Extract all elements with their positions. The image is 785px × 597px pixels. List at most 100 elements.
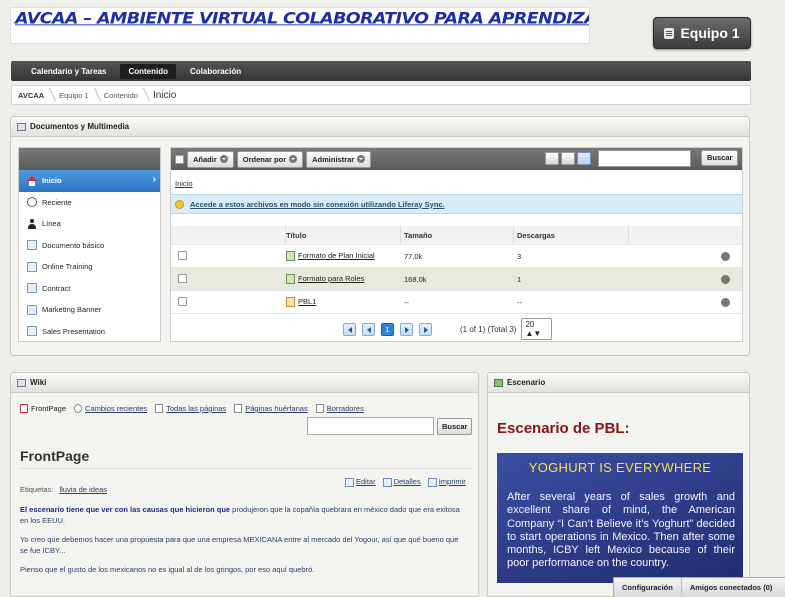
chevron-down-icon: [289, 155, 298, 163]
first-page-button[interactable]: [343, 322, 356, 336]
prev-page-button[interactable]: [362, 322, 375, 336]
tab-colaboracion[interactable]: Colaboración: [182, 64, 249, 79]
table-row[interactable]: Formato de Plan Inicial 77,0k 3: [171, 245, 742, 268]
print-action[interactable]: Imprimir: [427, 477, 466, 487]
wiki-search-input[interactable]: [307, 417, 434, 435]
sidebar-item-label: Reciente: [42, 197, 72, 207]
wiki-portlet-header: Wiki: [11, 373, 478, 393]
per-page-select[interactable]: 20 ▲▼: [521, 318, 553, 340]
edit-action[interactable]: Editar: [345, 477, 376, 487]
page-icon: [155, 404, 164, 413]
wiki-search-button[interactable]: Buscar: [437, 418, 473, 435]
sidebar-item-label: Inicio: [42, 176, 62, 186]
row-checkbox[interactable]: [178, 296, 187, 306]
current-page-button[interactable]: 1: [381, 322, 394, 336]
sidebar-item-marketing-banner[interactable]: Marketing Banner: [19, 299, 160, 321]
folder-link-inicio[interactable]: Inicio: [175, 179, 193, 188]
sidebar-item-contract[interactable]: Contract: [19, 278, 160, 300]
add-button-label: Añadir: [193, 154, 217, 164]
sidebar-item-online-training[interactable]: Online Training: [19, 256, 160, 278]
file-link[interactable]: PBL1: [298, 297, 316, 306]
tab-calendario[interactable]: Calendario y Tareas: [23, 64, 114, 79]
downloads-cell: 3: [517, 251, 522, 261]
breadcrumb-inicio: Inicio: [152, 89, 177, 101]
list-view-button[interactable]: [577, 152, 591, 165]
file-link[interactable]: Formato de Plan Inicial: [298, 251, 375, 260]
tag-link[interactable]: lluvia de ideas: [59, 485, 107, 494]
wiki-nav-label: Todas las páginas: [166, 404, 227, 413]
select-all-checkbox[interactable]: [175, 154, 184, 164]
sidebar-item-reciente[interactable]: Reciente: [19, 192, 160, 214]
site-banner: AVCAA – AMBIENTE VIRTUAL COLABORATIVO PA…: [10, 7, 590, 44]
site-selector-button[interactable]: Equipo 1: [653, 17, 751, 49]
banner-title: AVCAA – AMBIENTE VIRTUAL COLABORATIVO PA…: [15, 10, 589, 28]
next-page-button[interactable]: [400, 322, 413, 336]
order-by-button[interactable]: Ordenar por: [236, 150, 304, 168]
wiki-nav-drafts[interactable]: Borradores: [315, 404, 364, 413]
wiki-nav-all-pages[interactable]: Todas las páginas: [155, 404, 226, 413]
wiki-tags: Etiquetas: lluvia de ideas: [20, 485, 107, 494]
scenario-image: YOGHURT IS EVERYWHERE After several year…: [497, 453, 743, 583]
column-header-title[interactable]: Título: [286, 225, 401, 245]
wiki-portlet-title: Wiki: [30, 378, 47, 387]
sidebar-item-sales-presentation[interactable]: Sales Presentation: [19, 321, 160, 343]
row-actions-icon[interactable]: [721, 275, 730, 284]
row-actions-icon[interactable]: [721, 252, 730, 261]
documents-search-input[interactable]: [598, 150, 691, 167]
column-header-size[interactable]: Tamaño: [401, 225, 514, 245]
downloads-cell: 1: [517, 274, 522, 284]
scenario-image-text: After several years of sales growth and …: [507, 491, 735, 570]
icon-view-button[interactable]: [545, 152, 559, 165]
wiki-nav-recent[interactable]: Cambios recientes: [74, 404, 147, 413]
pagination: 1 (1 of 1) (Total 3) 20 ▲▼: [171, 318, 742, 340]
documents-portlet-header: Documentos y Multimedia: [11, 117, 749, 137]
table-row[interactable]: Formato para Roles 168,0k 1: [171, 268, 742, 291]
row-actions-icon[interactable]: [721, 298, 730, 307]
column-header-downloads[interactable]: Descargas: [514, 225, 629, 245]
wiki-portlet: Wiki FrontPage Cambios recientes Todas l…: [10, 372, 479, 597]
documents-portlet-title: Documentos y Multimedia: [30, 122, 130, 131]
settings-button[interactable]: Configuración: [614, 578, 682, 597]
main-nav: Calendario y Tareas Contenido Colaboraci…: [11, 61, 751, 81]
sidebar-item-inicio[interactable]: Inicio: [19, 170, 160, 192]
row-checkbox[interactable]: [178, 273, 187, 283]
table-row[interactable]: PBL1 -- --: [171, 291, 742, 314]
wiki-paragraph: Pienso que el gusto de los mexicanos no …: [20, 565, 315, 574]
sync-link[interactable]: Accede a estos archivos en modo sin cone…: [190, 200, 445, 209]
column-header-select: [171, 225, 286, 245]
wiki-nav-frontpage[interactable]: FrontPage: [20, 404, 66, 413]
descriptive-view-button[interactable]: [561, 152, 575, 165]
breadcrumb-avcaa[interactable]: AVCAA: [18, 91, 53, 100]
tab-contenido[interactable]: Contenido: [120, 63, 176, 79]
home-icon: [20, 404, 28, 413]
details-action[interactable]: Detalles: [382, 477, 421, 487]
title-cell: Formato de Plan Inicial: [286, 251, 401, 261]
spreadsheet-file-icon: [286, 251, 295, 261]
row-checkbox[interactable]: [178, 250, 187, 260]
add-button[interactable]: Añadir: [187, 150, 234, 168]
wiki-paragraph: Yo creo que debemos hacer una propuesta …: [20, 535, 459, 555]
chevron-down-icon: [357, 155, 366, 163]
sidebar-item-label: Documento básico: [42, 240, 105, 250]
documents-search-button[interactable]: Buscar: [701, 150, 739, 166]
wiki-nav-label: Páginas huérfanas: [245, 404, 308, 413]
breadcrumb-equipo[interactable]: Equipo 1: [59, 91, 98, 100]
sidebar-item-linea[interactable]: Línea: [19, 213, 160, 235]
user-icon: [27, 218, 37, 229]
portlet-icon: [17, 378, 26, 387]
documents-toolbar: Añadir Ordenar por Administrar Buscar: [171, 148, 742, 170]
file-link[interactable]: Formato para Roles: [298, 274, 364, 283]
last-page-button[interactable]: [419, 322, 432, 336]
sidebar-item-documento-basico[interactable]: Documento básico: [19, 235, 160, 257]
documents-sidebar: Inicio Reciente Línea Documento básico O…: [18, 147, 161, 342]
online-friends-button[interactable]: Amigos conectados (0): [682, 578, 781, 597]
print-icon: [427, 477, 437, 487]
wiki-actions: Editar Detalles Imprimir: [345, 477, 466, 487]
wiki-nav-orphan-pages[interactable]: Páginas huérfanas: [234, 404, 308, 413]
documents-table: Título Tamaño Descargas Formato de Plan …: [171, 225, 742, 314]
sidebar-header: [19, 148, 160, 170]
document-type-icon: [27, 240, 37, 251]
document-type-icon: [27, 304, 37, 315]
breadcrumb-contenido[interactable]: Contenido: [104, 91, 147, 100]
manage-button[interactable]: Administrar: [306, 150, 372, 168]
